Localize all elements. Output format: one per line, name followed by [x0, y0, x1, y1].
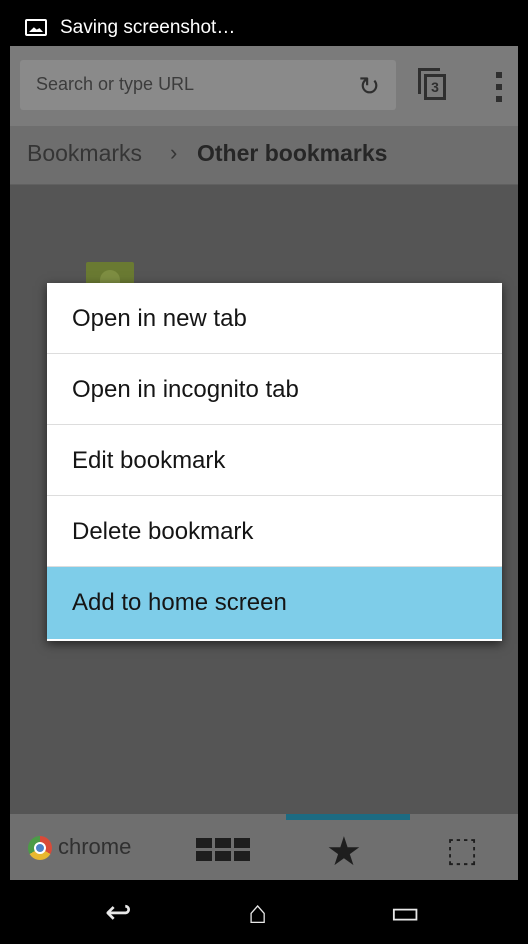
home-icon[interactable]: ⌂: [248, 892, 267, 932]
bottom-tab-bar: chrome ★ ⬚: [10, 814, 518, 880]
chrome-wordmark: chrome: [58, 834, 132, 859]
status-bar: Saving screenshot…: [10, 10, 518, 46]
status-text: Saving screenshot…: [60, 17, 236, 38]
system-nav-bar: ↩ ⌂ ▭: [10, 880, 518, 944]
menu-item-open-incognito-tab[interactable]: Open in incognito tab: [47, 354, 502, 425]
context-menu: Open in new tab Open in incognito tab Ed…: [47, 283, 502, 641]
chrome-logo-icon: [28, 836, 52, 860]
menu-item-delete-bookmark[interactable]: Delete bookmark: [47, 496, 502, 567]
tab-count: 3: [424, 74, 446, 100]
recents-icon[interactable]: ▭: [390, 892, 420, 932]
breadcrumb: Bookmarks › Other bookmarks: [10, 126, 518, 185]
menu-item-edit-bookmark[interactable]: Edit bookmark: [47, 425, 502, 496]
screen: Saving screenshot… Search or type URL ↻ …: [10, 10, 518, 944]
chevron-right-icon: ›: [170, 140, 178, 165]
image-icon: [25, 19, 47, 36]
breadcrumb-current: Other bookmarks: [197, 140, 388, 166]
most-visited-grid-icon[interactable]: [196, 838, 250, 862]
reload-icon[interactable]: ↻: [358, 71, 380, 102]
overflow-menu-icon[interactable]: [496, 72, 502, 102]
browser-toolbar: Search or type URL ↻ 3: [10, 46, 518, 126]
other-devices-icon[interactable]: ⬚: [446, 830, 478, 870]
search-input-placeholder[interactable]: Search or type URL: [36, 74, 194, 95]
star-icon: ★: [326, 830, 362, 874]
back-icon[interactable]: ↩: [105, 892, 132, 932]
menu-item-open-new-tab[interactable]: Open in new tab: [47, 283, 502, 354]
menu-item-add-to-home-screen[interactable]: Add to home screen: [47, 567, 502, 639]
tab-switcher-button[interactable]: 3: [418, 68, 446, 100]
breadcrumb-bookmarks[interactable]: Bookmarks: [27, 140, 142, 167]
omnibox[interactable]: Search or type URL ↻: [20, 60, 396, 110]
tab-bookmarks[interactable]: ★: [286, 814, 410, 880]
chrome-brand: chrome: [10, 814, 150, 880]
